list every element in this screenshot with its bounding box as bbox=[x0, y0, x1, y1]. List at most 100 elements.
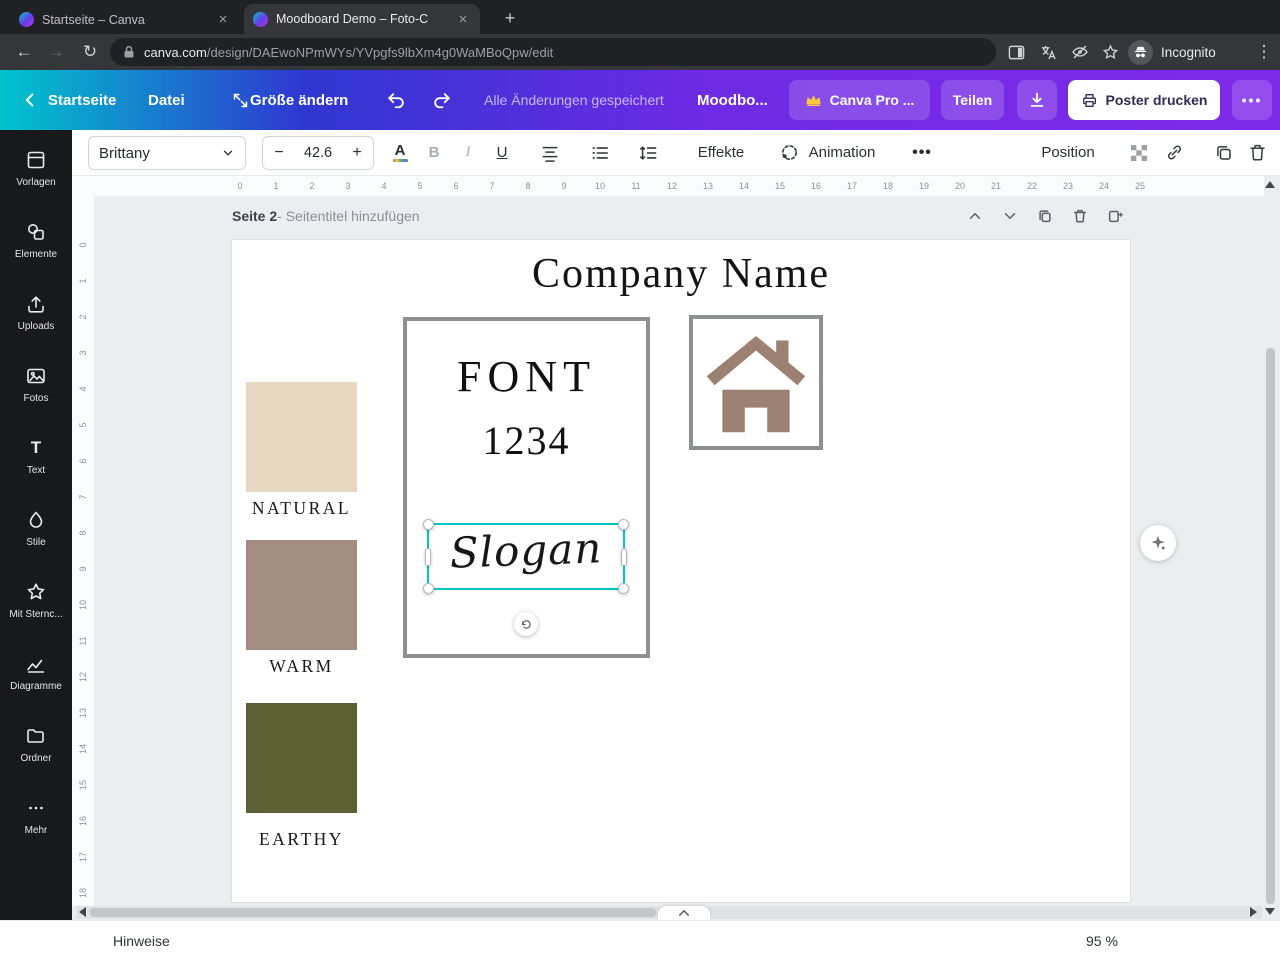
house-logo-card[interactable] bbox=[689, 315, 823, 450]
sidebar-item-mehr[interactable]: Mehr bbox=[0, 786, 72, 858]
zoom-level[interactable]: 95 % bbox=[1086, 921, 1118, 960]
home-button[interactable]: Startseite bbox=[48, 70, 116, 130]
folder-icon bbox=[27, 729, 44, 743]
reload-icon[interactable]: ↻ bbox=[76, 38, 104, 66]
header-more-button[interactable]: ••• bbox=[1232, 80, 1272, 120]
toolbar-more-button[interactable]: ••• bbox=[908, 130, 936, 175]
new-tab-button[interactable]: + bbox=[498, 6, 522, 30]
italic-button[interactable]: I bbox=[456, 130, 480, 175]
font-size-decrease-button[interactable]: − bbox=[263, 144, 295, 162]
font-size-stepper[interactable]: − 42.6 + bbox=[262, 136, 374, 170]
transparency-button[interactable] bbox=[1126, 130, 1152, 175]
translate-icon[interactable] bbox=[1034, 38, 1062, 66]
page-label-suffix[interactable]: - Seitentitel hinzufügen bbox=[277, 208, 419, 224]
forward-icon[interactable]: → bbox=[42, 38, 70, 66]
slogan-selection-box[interactable]: Slogan bbox=[423, 519, 629, 594]
doc-title[interactable]: Moodbo... bbox=[697, 70, 768, 130]
sidebar-item-vorlagen[interactable]: Vorlagen bbox=[0, 138, 72, 210]
scroll-up-arrow-icon[interactable] bbox=[1265, 181, 1275, 188]
sidebar-item-uploads[interactable]: Uploads bbox=[0, 282, 72, 354]
underline-button[interactable]: U bbox=[490, 130, 514, 175]
print-poster-button[interactable]: Poster drucken bbox=[1068, 80, 1220, 120]
ruler-tick: 17 bbox=[78, 852, 88, 863]
back-icon[interactable]: ← bbox=[10, 38, 38, 66]
redo-icon[interactable] bbox=[428, 86, 456, 114]
selection-handle-top-left[interactable] bbox=[423, 519, 434, 530]
back-home-chevron-icon[interactable] bbox=[16, 86, 44, 114]
delete-page-button[interactable] bbox=[1069, 205, 1091, 227]
horizontal-scrollbar-thumb[interactable] bbox=[90, 908, 656, 917]
sidebar-item-fotos[interactable]: Fotos bbox=[0, 354, 72, 426]
scroll-down-arrow-icon[interactable] bbox=[1265, 908, 1275, 915]
scroll-left-arrow-icon[interactable] bbox=[79, 907, 86, 917]
add-page-button[interactable] bbox=[1104, 205, 1126, 227]
sidebar-item-text[interactable]: T Text bbox=[0, 426, 72, 498]
browser-tab-startseite[interactable]: Startseite – Canva × bbox=[10, 5, 240, 34]
slogan-text[interactable]: Slogan bbox=[428, 516, 624, 586]
assistant-button[interactable] bbox=[1140, 525, 1176, 561]
bookmark-star-icon[interactable] bbox=[1096, 38, 1124, 66]
page-label[interactable]: Seite 2 bbox=[232, 208, 277, 224]
swatch-label-warm[interactable]: WARM bbox=[231, 656, 372, 677]
sidebar-item-elemente[interactable]: Elemente bbox=[0, 210, 72, 282]
scroll-right-arrow-icon[interactable] bbox=[1250, 907, 1257, 917]
download-button[interactable] bbox=[1017, 80, 1057, 120]
tab-close-icon[interactable]: × bbox=[455, 11, 471, 28]
swatch-earthy[interactable] bbox=[246, 703, 357, 813]
sidebar-item-stile[interactable]: Stile bbox=[0, 498, 72, 570]
duplicate-button[interactable] bbox=[1210, 130, 1236, 175]
notes-button[interactable]: Hinweise bbox=[113, 921, 170, 960]
sidebar-item-ordner[interactable]: Ordner bbox=[0, 714, 72, 786]
upload-icon bbox=[28, 296, 44, 313]
text-color-button[interactable]: A bbox=[386, 130, 414, 175]
browser-menu-icon[interactable]: ⋮ bbox=[1250, 38, 1278, 66]
move-page-down-button[interactable] bbox=[999, 205, 1021, 227]
swatch-label-earthy[interactable]: EARTHY bbox=[231, 829, 372, 850]
selection-handle-top-right[interactable] bbox=[618, 519, 629, 530]
design-canvas-area[interactable]: Seite 2 - Seitentitel hinzufügen Company… bbox=[94, 196, 1280, 920]
company-name-text[interactable]: Company Name bbox=[232, 250, 1130, 298]
font-size-increase-button[interactable]: + bbox=[341, 144, 373, 162]
resize-button[interactable]: Größe ändern bbox=[250, 70, 348, 130]
tab-close-icon[interactable]: × bbox=[215, 11, 231, 28]
font-card[interactable]: FONT 1234 bbox=[403, 317, 650, 658]
profile-badge[interactable]: Incognito bbox=[1128, 39, 1216, 65]
font-select[interactable]: Brittany bbox=[88, 136, 246, 170]
undo-icon[interactable] bbox=[382, 86, 410, 114]
animation-icon[interactable] bbox=[776, 130, 802, 175]
list-button[interactable] bbox=[586, 130, 614, 175]
browser-tab-moodboard[interactable]: Moodboard Demo – Foto-C × bbox=[244, 4, 480, 34]
font-sample-text[interactable]: FONT bbox=[407, 351, 646, 402]
font-numbers-text[interactable]: 1234 bbox=[407, 417, 646, 464]
swatch-warm[interactable] bbox=[246, 540, 357, 650]
swatch-label-natural[interactable]: NATURAL bbox=[231, 498, 372, 519]
sidebar-item-mit-sternchen[interactable]: Mit Sternc... bbox=[0, 570, 72, 642]
spacing-button[interactable] bbox=[634, 130, 662, 175]
ruler-tick: 10 bbox=[78, 600, 88, 611]
sidebar-item-diagramme[interactable]: Diagramme bbox=[0, 642, 72, 714]
design-page[interactable]: Company Name NATURAL WARM EARTHY FONT 12… bbox=[232, 240, 1130, 902]
effects-button[interactable]: Effekte bbox=[692, 130, 750, 175]
collapse-panel-button[interactable] bbox=[658, 906, 710, 920]
side-panel-icon[interactable] bbox=[1002, 38, 1030, 66]
delete-button[interactable] bbox=[1244, 130, 1270, 175]
duplicate-page-button[interactable] bbox=[1034, 205, 1056, 227]
animation-button[interactable]: Animation bbox=[804, 130, 880, 175]
vertical-scrollbar-thumb[interactable] bbox=[1266, 348, 1275, 904]
swatch-natural[interactable] bbox=[246, 382, 357, 492]
bold-button[interactable]: B bbox=[422, 130, 446, 175]
position-button[interactable]: Position bbox=[1038, 130, 1098, 175]
share-button[interactable]: Teilen bbox=[941, 80, 1004, 120]
eye-off-icon[interactable] bbox=[1066, 38, 1094, 66]
rotate-handle[interactable] bbox=[514, 612, 538, 636]
selection-handle-right[interactable] bbox=[621, 547, 627, 566]
selection-handle-left[interactable] bbox=[425, 547, 431, 566]
canva-pro-button[interactable]: Canva Pro ... bbox=[789, 80, 930, 120]
move-page-up-button[interactable] bbox=[964, 205, 986, 227]
url-bar[interactable]: canva.com/design/DAEwoNPmWYs/YVpgfs9lbXm… bbox=[110, 38, 996, 66]
selection-handle-bottom-left[interactable] bbox=[423, 583, 434, 594]
text-align-button[interactable] bbox=[536, 130, 564, 175]
selection-handle-bottom-right[interactable] bbox=[618, 583, 629, 594]
file-menu-button[interactable]: Datei bbox=[148, 70, 185, 130]
link-button[interactable] bbox=[1161, 130, 1187, 175]
